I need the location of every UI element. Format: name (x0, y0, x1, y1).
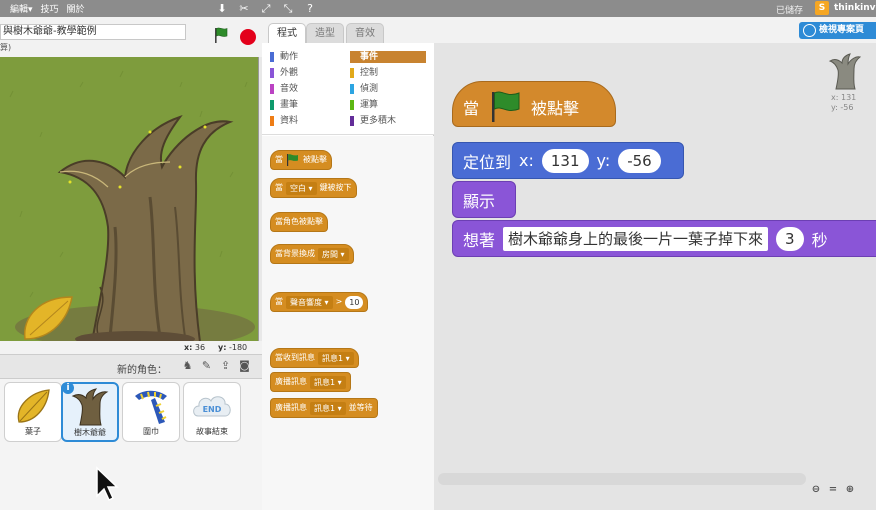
sprite-name: 故事結束 (196, 427, 228, 436)
think-text-input[interactable]: 樹木爺爺身上的最後一片一葉子掉下來 (503, 226, 769, 251)
current-sprite-thumbnail (828, 53, 862, 90)
info-icon[interactable]: i (62, 382, 74, 394)
help-icon[interactable]: ? (304, 2, 316, 15)
block-when-key-pressed[interactable]: 當 空白 ▾ 鍵被按下 (270, 178, 357, 198)
mouse-x-readout: x: 36 (184, 343, 206, 352)
category-looks[interactable]: 外觀 (270, 67, 346, 79)
block-broadcast[interactable]: 廣播訊息 訊息1 ▾ (270, 372, 351, 392)
menu-edit[interactable]: 編輯▾ (10, 2, 33, 15)
horizontal-scrollbar[interactable] (438, 473, 806, 485)
category-sensing[interactable]: 偵測 (350, 83, 426, 95)
palette-blocks: 當 被點擊 當 空白 ▾ 鍵被按下 當角色被點擊 當背景換成 房間 ▾ 當 聲音… (262, 136, 434, 510)
sprite-card-tree[interactable]: i 樹木爺爺 (61, 382, 119, 442)
duplicate-icon[interactable]: ⬇ (216, 2, 228, 15)
cut-icon[interactable]: ✂ (238, 2, 250, 15)
green-flag-icon (492, 91, 520, 122)
sprite-name: 樹木爺爺 (74, 428, 106, 437)
stage-scene (0, 57, 258, 341)
block-palette: 動作 事件 外觀 控制 音效 偵測 畫筆 運算 資料 更多積木 當 被點擊 當 … (262, 43, 434, 510)
scarf-sprite (135, 390, 167, 424)
tab-sounds[interactable]: 音效 (346, 23, 384, 43)
script-go-to-xy[interactable]: 定位到 x: 131 y: -56 (452, 142, 684, 179)
end-cloud-sprite: END (193, 396, 231, 417)
block-when-receive[interactable]: 當收到訊息 訊息1 ▾ (270, 348, 359, 368)
script-think-for-secs[interactable]: 想著 樹木爺爺身上的最後一片一葉子掉下來 3 秒 (452, 220, 876, 257)
mouse-cursor-icon (96, 466, 119, 502)
block-when-backdrop-switches[interactable]: 當背景換成 房間 ▾ (270, 244, 354, 264)
stop-icon[interactable] (240, 29, 256, 45)
sprite-panel: 新的角色： ♞ ✎ ⇪ ◙ 葉子 i 樹木爺爺 圍巾 END 故事結束 (0, 354, 262, 510)
secs-input[interactable]: 3 (776, 226, 804, 251)
tab-scripts[interactable]: 程式 (268, 23, 306, 43)
threshold-input[interactable]: 10 (345, 295, 364, 309)
grow-icon[interactable]: ⤢ (260, 2, 272, 16)
editor-tabs: 程式 造型 音效 檢視專案頁 (262, 17, 876, 43)
green-flag-icon[interactable] (212, 26, 230, 44)
category-pen[interactable]: 畫筆 (270, 99, 346, 111)
category-motion[interactable]: 動作 (270, 51, 346, 63)
block-when-flag-clicked[interactable]: 當 被點擊 (270, 150, 332, 170)
sprite-list: 葉子 i 樹木爺爺 圍巾 END 故事結束 (0, 379, 262, 510)
sprite-card-scarf[interactable]: 圍巾 (122, 382, 180, 442)
x-input[interactable]: 131 (541, 148, 589, 173)
sprite-card-leaf[interactable]: 葉子 (4, 382, 62, 442)
y-input[interactable]: -56 (618, 148, 661, 173)
leaf-sprite (17, 389, 50, 423)
new-sprite-label: 新的角色： (117, 365, 167, 376)
menu-about[interactable]: 關於 (67, 2, 85, 15)
script-when-flag-clicked[interactable]: 當 被點擊 (452, 81, 616, 127)
scripts-area[interactable]: 當 被點擊 定位到 x: 131 y: -56 顯示 想著 樹木爺爺身上的最後一… (434, 43, 876, 510)
message-dropdown[interactable]: 訊息1 ▾ (310, 375, 346, 389)
script-show[interactable]: 顯示 (452, 181, 516, 218)
paint-new-sprite-icon[interactable]: ✎ (199, 358, 214, 373)
choose-from-library-icon[interactable]: ♞ (180, 358, 195, 373)
category-sound[interactable]: 音效 (270, 83, 346, 95)
block-categories: 動作 事件 外觀 控制 音效 偵測 畫筆 運算 資料 更多積木 (262, 43, 434, 135)
top-menu-bar: 編輯▾ 技巧 關於 (0, 0, 876, 17)
new-sprite-tools: ♞ ✎ ⇪ ◙ (180, 358, 252, 373)
sprite-name: 圍巾 (143, 427, 159, 436)
view-project-page-button[interactable]: 檢視專案頁 (799, 22, 876, 39)
category-control[interactable]: 控制 (350, 67, 426, 79)
message-dropdown[interactable]: 訊息1 ▾ (310, 401, 346, 415)
key-dropdown[interactable]: 空白 ▾ (286, 181, 317, 195)
end-label: END (203, 405, 222, 414)
camera-icon[interactable]: ◙ (237, 358, 252, 373)
sprite-card-end[interactable]: END 故事結束 (183, 382, 241, 442)
backdrop-dropdown[interactable]: 房間 ▾ (318, 247, 349, 261)
sprite-position-readout: x: 131 y: -56 (831, 93, 857, 112)
message-dropdown[interactable]: 訊息1 ▾ (318, 351, 354, 365)
category-events[interactable]: 事件 (350, 51, 426, 63)
block-broadcast-and-wait[interactable]: 廣播訊息 訊息1 ▾ 並等待 (270, 398, 378, 418)
tab-costumes[interactable]: 造型 (306, 23, 344, 43)
green-flag-icon (287, 154, 298, 166)
project-title-input[interactable]: 與樹木爺爺-教學範例 (0, 24, 186, 40)
shrink-icon[interactable]: ⤡ (282, 2, 294, 16)
account-name[interactable]: thinkinvi (834, 3, 876, 13)
block-when-sprite-clicked[interactable]: 當角色被點擊 (270, 212, 328, 232)
stage-canvas[interactable] (0, 57, 259, 341)
mouse-y-readout: y: -180 (218, 343, 248, 352)
stage-coords-bar: x: 36 y: -180 (0, 341, 262, 354)
sensor-dropdown[interactable]: 聲音響度 ▾ (286, 295, 333, 309)
new-sprite-row: 新的角色： ♞ ✎ ⇪ ◙ (0, 354, 262, 379)
menu-tips[interactable]: 技巧 (41, 2, 59, 15)
saved-status: 已儲存 (776, 6, 804, 16)
account-icon[interactable]: S (815, 1, 829, 15)
tree-stump-sprite (71, 388, 109, 426)
zoom-out-icon[interactable]: ⊖ (810, 484, 822, 496)
project-byline: 算) (0, 43, 12, 52)
category-data[interactable]: 資料 (270, 115, 346, 127)
sprite-name: 葉子 (25, 427, 41, 436)
zoom-in-icon[interactable]: ⊕ (844, 484, 856, 496)
category-more-blocks[interactable]: 更多積木 (350, 115, 426, 127)
zoom-reset-icon[interactable]: = (827, 484, 839, 496)
upload-sprite-icon[interactable]: ⇪ (218, 358, 233, 373)
zoom-controls: ⊖ = ⊕ (810, 484, 856, 496)
edit-tools: ⬇ ✂ ⤢ ⤡ ? (216, 0, 316, 17)
stage-header: 與樹木爺爺-教學範例 算) (0, 17, 262, 57)
block-when-loudness[interactable]: 當 聲音響度 ▾ > 10 (270, 292, 369, 312)
refresh-icon (803, 24, 816, 37)
category-operators[interactable]: 運算 (350, 99, 426, 111)
